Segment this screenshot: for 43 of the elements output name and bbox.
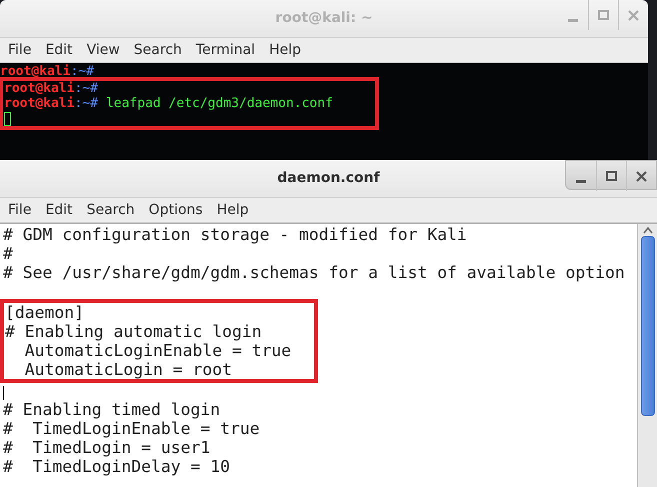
terminal-area[interactable]: root@kali:~# root@kali:~# root@kali:~# leafpad /etc/gdm3/daemon.conf	[0, 63, 648, 160]
menu-item[interactable]: Help	[210, 200, 256, 220]
scrollbar[interactable]	[637, 224, 657, 487]
code-line: AutomaticLogin = root	[24, 360, 232, 379]
maximize-icon	[598, 10, 609, 20]
code-line: [daemon]	[5, 303, 84, 322]
menu-item[interactable]: Search	[80, 200, 142, 220]
maximize-icon	[606, 171, 617, 181]
menu-item[interactable]: View	[80, 40, 127, 60]
prompt-user: root@kali	[0, 64, 70, 79]
scrollbar-thumb[interactable]	[640, 236, 654, 416]
prompt-path: :~#	[74, 96, 98, 111]
code-line: # See /usr/share/gdm/gdm.schemas for a list of available option	[3, 263, 625, 282]
code-line: # Enabling timed login	[3, 400, 220, 419]
code-line: #	[3, 244, 13, 263]
window-title: root@kali: ~	[275, 9, 373, 28]
close-icon	[628, 10, 639, 20]
minimize-icon	[568, 19, 578, 22]
text-cursor	[3, 386, 4, 400]
code-line: # TimedLoginDelay = 10	[3, 457, 230, 476]
code-line: # TimedLogin = user1	[3, 438, 210, 457]
command-text: leafpad /etc/gdm3/daemon.conf	[106, 96, 333, 111]
menu-item[interactable]: Help	[262, 40, 308, 60]
prompt-path: :~#	[74, 81, 98, 96]
minimize-icon	[576, 180, 586, 183]
text-cursor	[4, 112, 11, 126]
menu-item[interactable]: File	[1, 200, 38, 220]
window-title: daemon.conf	[277, 169, 380, 188]
prompt-user: root@kali	[4, 96, 74, 111]
menu-item[interactable]: Edit	[38, 40, 80, 60]
code-line: # TimedLoginEnable = true	[3, 419, 260, 438]
code-line: # GDM configuration storage - modified for Kali	[3, 225, 467, 244]
code-line: # Enabling automatic login	[5, 322, 262, 341]
code-line: AutomaticLoginEnable = true	[24, 341, 292, 360]
close-icon	[636, 170, 647, 182]
menu-item[interactable]: Terminal	[188, 40, 262, 60]
menu-item[interactable]: File	[1, 40, 38, 60]
menu-item[interactable]: Edit	[38, 200, 80, 220]
menu-item[interactable]: Search	[126, 40, 189, 60]
prompt-user: root@kali	[4, 81, 74, 96]
menu-item[interactable]: Options	[142, 200, 210, 220]
prompt-path: :~#	[70, 64, 94, 79]
scroll-up-icon	[642, 226, 652, 234]
